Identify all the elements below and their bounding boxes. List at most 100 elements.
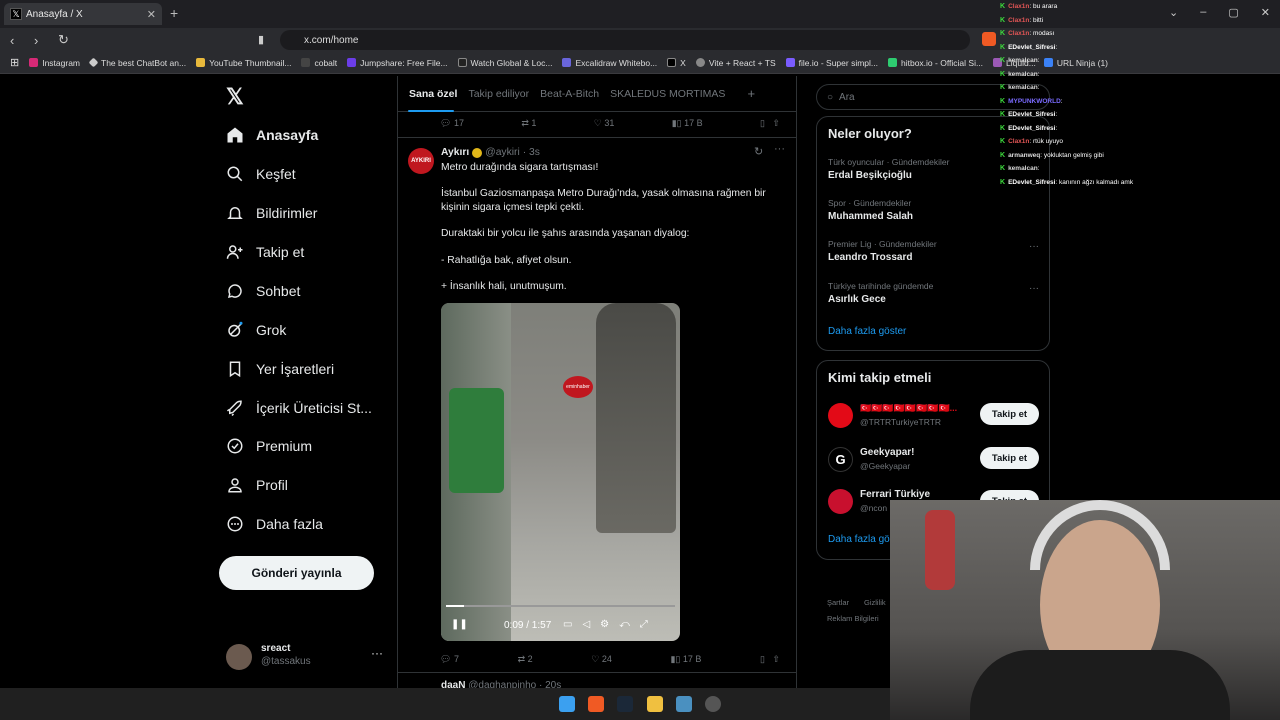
nav-follow[interactable]: Takip et — [226, 243, 304, 261]
nav-bookmarks[interactable]: Yer İşaretleri — [226, 360, 334, 378]
tweet-actions: 💬︎ 7 ⇄ 2 ♡ 24 ▮▯ 17 B ▯ ⇧ — [440, 654, 780, 665]
video-player[interactable]: eminhaber ❚❚ 0:09 / 1:57 ▭◁⚙⤺⤢ — [441, 303, 680, 641]
chat-text: : — [1037, 57, 1040, 64]
views-button[interactable]: ▮▯ 17 B — [670, 654, 701, 665]
reply-button[interactable]: 💬︎ 7 — [440, 654, 459, 665]
trends-title: Neler oluyor? — [828, 126, 912, 141]
nav-premium[interactable]: Premium — [226, 437, 312, 455]
avatar[interactable] — [828, 403, 853, 428]
app-icon[interactable] — [676, 696, 692, 712]
views-button[interactable]: ▮▯ 17 B — [672, 118, 703, 129]
nav-creator-studio[interactable]: İçerik Üreticisi St... — [226, 399, 372, 417]
bookmark-item[interactable]: cobalt — [301, 58, 337, 68]
url-field[interactable]: x.com/home — [280, 30, 970, 50]
more-options-icon[interactable]: ··· — [774, 143, 785, 155]
nav-home[interactable]: Anasayfa — [226, 126, 318, 144]
show-more-link[interactable]: Daha fazla gö — [828, 534, 890, 545]
follow-name[interactable]: 🇹🇷🇹🇷🇹🇷🇹🇷🇹🇷🇹🇷🇹🇷🇹🇷... — [860, 403, 970, 414]
windows-start-icon[interactable] — [559, 696, 575, 712]
account-switcher[interactable]: sreact @tassakus ··· — [226, 642, 386, 678]
add-tab-icon[interactable]: + — [747, 86, 755, 101]
bookmark-item[interactable]: Watch Global & Loc... — [457, 58, 552, 68]
bookmark-item[interactable]: hitbox.io - Official Si... — [888, 58, 983, 68]
bookmark-item[interactable]: X — [667, 58, 686, 68]
trend-item[interactable]: Spor · Gündemdekiler Muhammed Salah — [828, 198, 913, 222]
bookmark-icon[interactable]: ▯ ⇧ — [760, 118, 780, 129]
video-controls-icons[interactable]: ▭◁⚙⤺⤢ — [563, 619, 658, 630]
bookmark-icon[interactable]: ▯ ⇧ — [760, 654, 780, 665]
avatar[interactable]: AYKIRI — [408, 148, 434, 174]
bookmark-item[interactable]: Excalidraw Whitebo... — [562, 58, 657, 68]
brave-shield-icon[interactable] — [982, 32, 996, 46]
nav-chat[interactable]: Sohbet — [226, 282, 300, 300]
bookmark-item[interactable]: The best ChatBot an... — [88, 58, 186, 68]
tweet-handle[interactable]: @aykiri — [485, 147, 519, 158]
follow-button[interactable]: Takip et — [980, 447, 1039, 469]
chat-text: : — [1055, 124, 1058, 132]
footer-link[interactable]: Reklam Bilgileri — [827, 614, 879, 623]
folder-icon[interactable] — [647, 696, 663, 712]
kick-badge-icon: K — [1000, 16, 1006, 24]
tab-following[interactable]: Takip ediliyor — [468, 88, 529, 100]
new-tab-icon[interactable]: + — [170, 5, 178, 21]
trend-item[interactable]: Türk oyuncular · Gündemdekiler Erdal Beşi… — [828, 157, 949, 181]
nav-explore[interactable]: Keşfet — [226, 165, 296, 183]
show-more-link[interactable]: Daha fazla göster — [828, 326, 906, 337]
x-logo-icon[interactable]: 𝕏 — [226, 84, 244, 110]
chat-text: : rtük uyuyo — [1029, 138, 1063, 145]
bookmark-item[interactable]: Instagram — [29, 58, 80, 68]
nav-notifications[interactable]: Bildirimler — [226, 204, 317, 222]
prev-tweet-actions: 💬︎ 17 ⇄ 1 ♡ 31 ▮▯ 17 B ▯ ⇧ — [440, 118, 780, 129]
bookmark-page-icon[interactable]: ▮ — [258, 33, 264, 46]
trend-item[interactable]: Premier Lig · Gündemdekiler Leandro Tross… — [828, 239, 937, 263]
reply-button[interactable]: 💬︎ 17 — [440, 118, 464, 129]
like-button[interactable]: ♡ 24 — [591, 654, 612, 665]
tweet-time[interactable]: · 3s — [523, 147, 540, 158]
chat-message: K EDevlet_Sifresi : — [1000, 41, 1280, 55]
avatar[interactable] — [828, 489, 853, 514]
follow-button[interactable]: Takip et — [980, 403, 1039, 425]
tab-list-beat[interactable]: Beat-A-Bitch — [540, 88, 599, 100]
bookmark-item[interactable]: Jumpshare: Free File... — [347, 58, 448, 68]
video-time: 0:09 / 1:57 — [504, 620, 552, 631]
like-button[interactable]: ♡ 31 — [594, 118, 615, 129]
nav-profile[interactable]: Profil — [226, 476, 288, 494]
post-button[interactable]: Gönderi yayınla — [219, 556, 374, 590]
repost-button[interactable]: ⇄ 1 — [521, 118, 536, 129]
footer-link[interactable]: Şartlar — [827, 598, 849, 607]
reload-icon[interactable]: ↻ — [58, 32, 72, 48]
more-options-icon[interactable]: ··· — [1029, 241, 1039, 252]
close-tab-icon[interactable]: ✕ — [147, 8, 156, 21]
nav-grok[interactable]: Grok — [226, 321, 286, 339]
avatar[interactable]: G — [828, 447, 853, 472]
bookmark-item[interactable]: file.io - Super simpl... — [785, 58, 878, 68]
bookmark-item[interactable]: Vite + React + TS — [695, 58, 776, 68]
grok-icon[interactable]: ↻ — [754, 145, 763, 158]
chat-username: kemalcan — [1008, 70, 1038, 78]
tab-list-skaledus[interactable]: SKALEDUS MORTIMAS — [610, 88, 725, 100]
footer-link[interactable]: Gizlilik — [864, 598, 886, 607]
back-icon[interactable]: ‹ — [10, 33, 24, 48]
nav-more[interactable]: Daha fazla — [226, 515, 323, 533]
apps-icon[interactable]: ⊞ — [10, 56, 19, 69]
obs-icon[interactable] — [705, 696, 721, 712]
chat-text: : modası — [1029, 30, 1055, 37]
trend-item[interactable]: Türkiye tarihinde gündemde Asırlık Gece — [828, 281, 933, 305]
steam-icon[interactable] — [617, 696, 633, 712]
tweet-author[interactable]: Aykırı — [441, 147, 469, 158]
video-progress-track[interactable] — [446, 605, 675, 607]
bookmark-item[interactable]: YouTube Thumbnail... — [196, 58, 291, 68]
browser-tab[interactable]: 𝕏 Anasayfa / X ✕ — [4, 3, 162, 25]
brave-browser-icon[interactable] — [588, 696, 604, 712]
forward-icon[interactable]: › — [34, 33, 48, 48]
more-options-icon[interactable]: ··· — [1029, 283, 1039, 294]
follow-name[interactable]: Geekyapar! — [860, 447, 914, 458]
tab-for-you[interactable]: Sana özel — [409, 88, 457, 100]
chat-message: K Clax1n : rtük uyuyo — [1000, 135, 1280, 149]
repost-button[interactable]: ⇄ 2 — [518, 654, 533, 665]
chat-username: EDevlet_Sifresi — [1008, 43, 1056, 51]
chat-message: Karmanweq : yokluktan gelmiş gibi — [1000, 149, 1280, 163]
more-options-icon[interactable]: ··· — [371, 646, 383, 660]
follow-name[interactable]: Ferrari Türkiye — [860, 489, 930, 500]
pause-icon[interactable]: ❚❚ — [451, 619, 468, 630]
